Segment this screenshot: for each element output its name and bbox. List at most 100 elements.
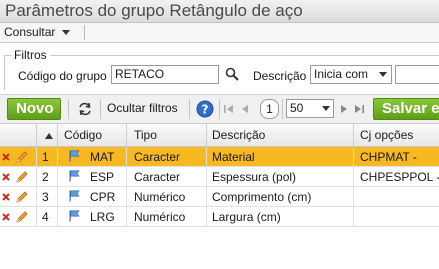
parameter-description: Comprimento (cm) [212, 190, 312, 204]
header-separator [206, 124, 207, 146]
previous-page-icon[interactable] [240, 102, 250, 116]
description-label: Descrição [253, 69, 307, 83]
table-header: Código Tipo Descrição Cj opções [0, 124, 439, 147]
cell-separator [353, 207, 354, 227]
header-separator [57, 124, 58, 146]
parameter-options: CHPMAT - [360, 150, 417, 164]
hide-filters-button[interactable]: Ocultar filtros [107, 101, 178, 115]
next-page-icon[interactable] [340, 102, 348, 116]
chevron-down-icon [61, 29, 70, 35]
header-separator [36, 124, 37, 146]
cell-separator [36, 147, 37, 167]
menu-consultar-label: Consultar [4, 25, 56, 39]
first-page-icon[interactable] [224, 102, 234, 116]
description-input[interactable] [395, 65, 439, 84]
table-row[interactable]: 4 LRG Numérico Largura (cm) [0, 207, 439, 227]
refresh-icon[interactable] [77, 101, 93, 117]
toolbar-separator [219, 99, 220, 119]
column-header-options[interactable]: Cj opções [360, 128, 413, 142]
parameter-type: Numérico [134, 190, 186, 204]
edit-icon[interactable] [14, 190, 28, 204]
svg-text:?: ? [202, 103, 209, 117]
toolbar-separator [100, 99, 101, 119]
menu-consultar[interactable]: Consultar [4, 25, 70, 39]
cell-separator [206, 147, 207, 167]
cell-separator [353, 187, 354, 207]
column-header-type[interactable]: Tipo [134, 128, 157, 142]
cell-separator [36, 167, 37, 187]
cell-separator [36, 207, 37, 227]
toolbar-separator [189, 99, 190, 119]
window-title: Parâmetros do grupo Retângulo de aço [5, 1, 303, 20]
search-icon[interactable] [224, 66, 240, 82]
table-row[interactable]: 2 ESP Caracter Espessura (pol) CHPESPPOL - [0, 167, 439, 187]
parameter-code: CPR [90, 190, 116, 204]
title-bar: Parâmetros do grupo Retângulo de aço [0, 0, 439, 23]
parameter-description: Espessura (pol) [212, 170, 297, 184]
page-number-input[interactable]: 1 [260, 99, 279, 119]
edit-icon[interactable] [14, 150, 28, 164]
toolbar: Novo Ocultar filtros ? 1 50 Salvar e [0, 94, 439, 124]
row-number: 3 [42, 190, 49, 204]
table-row[interactable]: 1 MAT Caracter Material CHPMAT - [0, 147, 439, 167]
cell-separator [57, 167, 58, 187]
group-code-input[interactable]: RETACO [111, 65, 219, 84]
chevron-down-icon [322, 106, 330, 111]
flag-icon [68, 189, 80, 202]
parameter-description: Material [212, 150, 255, 164]
cell-separator [126, 167, 127, 187]
parameter-description: Largura (cm) [212, 210, 281, 224]
delete-icon[interactable] [1, 192, 10, 202]
edit-icon[interactable] [14, 210, 28, 224]
parameter-options: CHPESPPOL - [360, 170, 439, 184]
row-number: 1 [42, 150, 49, 164]
cell-separator [57, 207, 58, 227]
description-mode-select[interactable]: Inicia com [310, 65, 392, 84]
chevron-down-icon [379, 72, 387, 77]
cell-separator [206, 187, 207, 207]
row-number: 4 [42, 210, 49, 224]
parameter-type: Numérico [134, 210, 186, 224]
delete-icon[interactable] [1, 212, 10, 222]
filters-legend: Filtros [12, 48, 50, 62]
sort-ascending-icon[interactable] [44, 132, 54, 140]
parameter-code: ESP [90, 170, 115, 184]
column-header-code[interactable]: Código [64, 128, 102, 142]
description-mode-value: Inicia com [314, 67, 369, 81]
parameter-code: MAT [90, 150, 115, 164]
column-header-description[interactable]: Descrição [212, 128, 265, 142]
header-separator [353, 124, 354, 146]
flag-icon [68, 209, 80, 222]
delete-icon[interactable] [1, 152, 10, 162]
menu-bar: Consultar [0, 23, 439, 43]
save-button[interactable]: Salvar e [373, 98, 439, 120]
row-number: 2 [42, 170, 49, 184]
page-size-select[interactable]: 50 [286, 99, 334, 118]
cell-separator [126, 147, 127, 167]
flag-icon [68, 149, 80, 162]
parameter-type: Caracter [134, 150, 181, 164]
edit-icon[interactable] [14, 170, 28, 184]
cell-separator [126, 207, 127, 227]
parameter-type: Caracter [134, 170, 181, 184]
parameter-code: LRG [90, 210, 115, 224]
group-code-label: Código do grupo [18, 69, 107, 83]
cell-separator [353, 147, 354, 167]
toolbar-separator [282, 99, 283, 119]
toolbar-separator [68, 99, 69, 119]
menu-separator [84, 25, 85, 40]
cell-separator [36, 187, 37, 207]
table-row[interactable]: 3 CPR Numérico Comprimento (cm) [0, 187, 439, 207]
delete-icon[interactable] [1, 172, 10, 182]
help-icon[interactable]: ? [196, 100, 214, 118]
flag-icon [68, 169, 80, 182]
new-button[interactable]: Novo [7, 98, 61, 120]
cell-separator [57, 187, 58, 207]
cell-separator [206, 167, 207, 187]
last-page-icon[interactable] [354, 102, 364, 116]
cell-separator [126, 187, 127, 207]
cell-separator [206, 207, 207, 227]
cell-separator [353, 167, 354, 187]
page-size-value: 50 [290, 101, 304, 115]
header-separator [126, 124, 127, 146]
